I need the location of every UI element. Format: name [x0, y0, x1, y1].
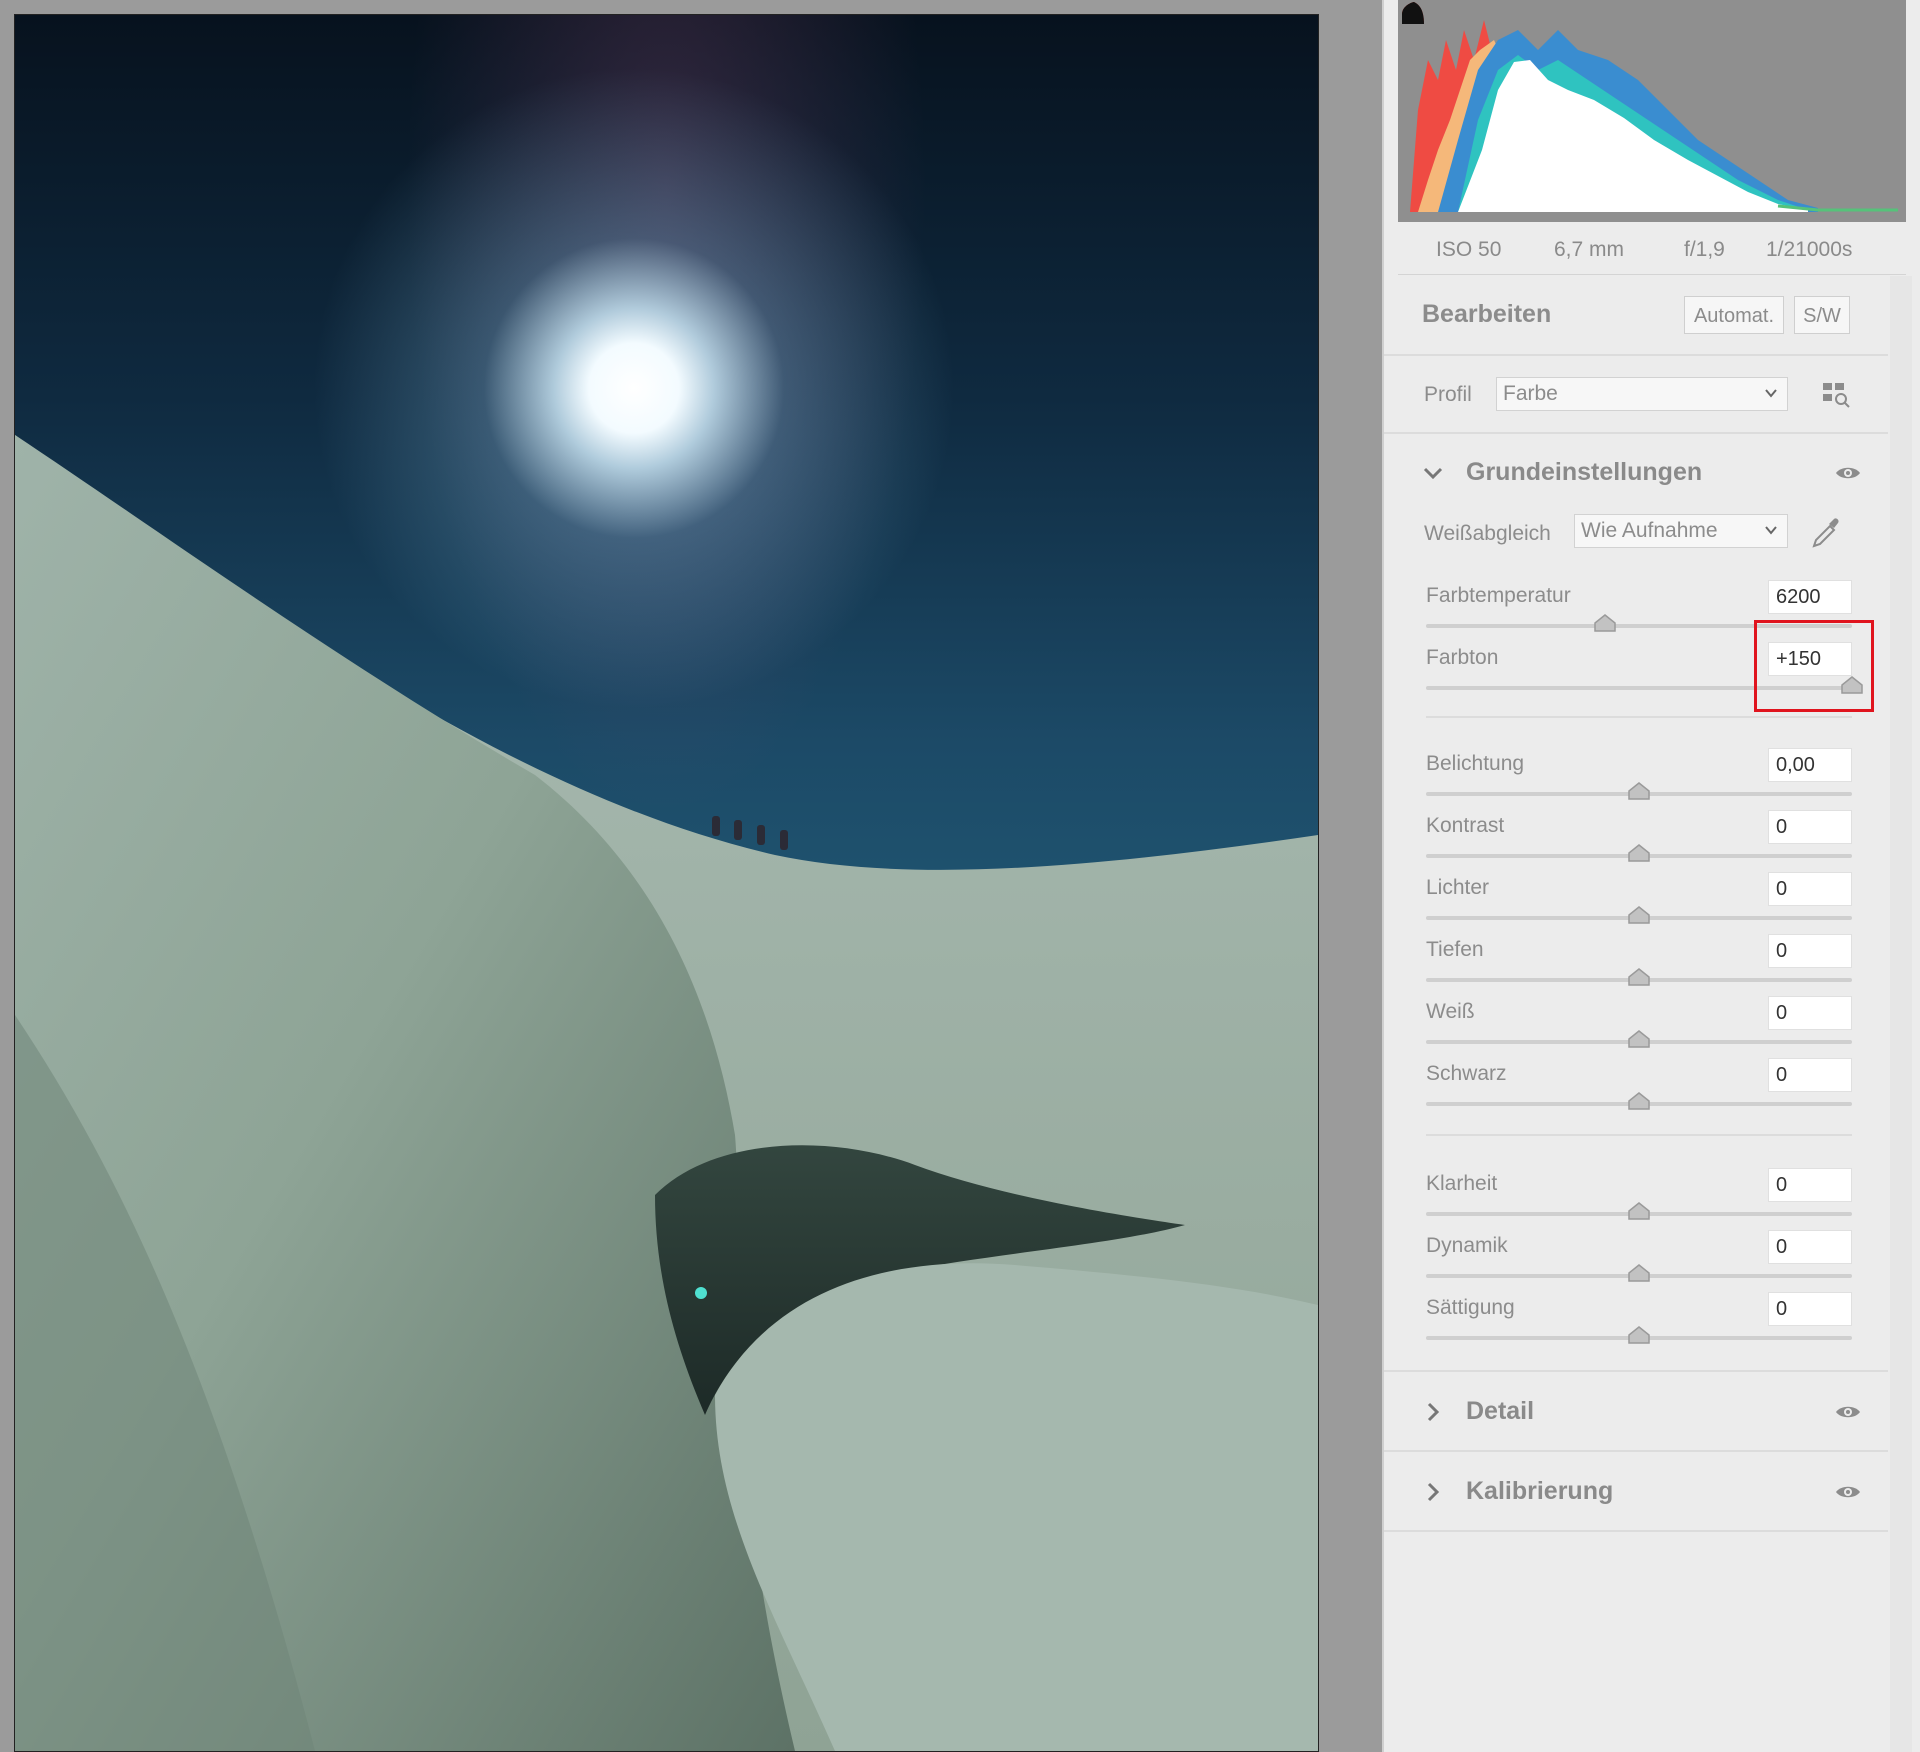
grid-search-icon[interactable]: [1821, 380, 1851, 410]
slider-thumb[interactable]: [1628, 906, 1650, 924]
develop-panel: ISO 50 6,7 mm f/1,9 1/21000s Bearbeiten …: [1382, 0, 1920, 1752]
exif-shutter: 1/21000s: [1766, 238, 1853, 261]
chevron-right-icon[interactable]: [1422, 1401, 1444, 1423]
slider-thumb[interactable]: [1628, 1202, 1650, 1220]
slider-value-input[interactable]: 0: [1768, 934, 1852, 968]
slider-value-input[interactable]: 0: [1768, 872, 1852, 906]
profile-select[interactable]: Farbe: [1496, 377, 1788, 411]
edit-title: Bearbeiten: [1422, 300, 1552, 328]
exif-aperture: f/1,9: [1684, 238, 1725, 261]
slider-thumb[interactable]: [1628, 1092, 1650, 1110]
slider-label: Tiefen: [1426, 938, 1484, 961]
slider-group-divider: [1426, 716, 1852, 718]
mountain-scene: [15, 435, 1318, 1751]
slider-label: Farbtemperatur: [1426, 584, 1571, 607]
detail-section-title[interactable]: Detail: [1466, 1397, 1534, 1426]
eye-icon[interactable]: [1834, 463, 1862, 483]
section-divider: [1384, 354, 1888, 356]
black-white-button[interactable]: S/W: [1794, 296, 1850, 334]
panel-scrollbar[interactable]: [1890, 276, 1912, 1752]
profile-label: Profil: [1424, 383, 1472, 406]
calibration-section-title[interactable]: Kalibrierung: [1466, 1477, 1613, 1506]
slider-thumb[interactable]: [1628, 1264, 1650, 1282]
section-divider: [1384, 1450, 1888, 1452]
chevron-right-icon[interactable]: [1422, 1481, 1444, 1503]
slider-value-input[interactable]: 0: [1768, 1230, 1852, 1264]
annotation-highlight: [1754, 620, 1874, 712]
slider-value-input[interactable]: 6200: [1768, 580, 1852, 614]
slider-thumb[interactable]: [1594, 614, 1616, 632]
slider-value-input[interactable]: 0: [1768, 1292, 1852, 1326]
slider-thumb[interactable]: [1628, 1326, 1650, 1344]
slider-value-input[interactable]: 0: [1768, 1058, 1852, 1092]
eyedropper-icon[interactable]: [1808, 514, 1844, 550]
slider-thumb[interactable]: [1628, 844, 1650, 862]
slider-thumb[interactable]: [1628, 1030, 1650, 1048]
white-balance-value: Wie Aufnahme: [1581, 519, 1718, 542]
section-divider: [1384, 1530, 1888, 1532]
histogram: [1398, 0, 1906, 222]
slider-value-input[interactable]: 0,00: [1768, 748, 1852, 782]
slider-label: Dynamik: [1426, 1234, 1508, 1257]
eye-icon[interactable]: [1834, 1402, 1862, 1422]
exif-info: ISO 50 6,7 mm f/1,9 1/21000s: [1398, 222, 1906, 275]
slider-value-input[interactable]: 0: [1768, 996, 1852, 1030]
image-canvas: [0, 0, 1382, 1752]
auto-button[interactable]: Automat.: [1684, 296, 1784, 334]
chevron-down-icon: [1765, 389, 1777, 398]
slider-group-divider: [1426, 1134, 1852, 1136]
slider-value-input[interactable]: 0: [1768, 810, 1852, 844]
highlight-clipping-icon[interactable]: [1398, 0, 1428, 26]
white-balance-select[interactable]: Wie Aufnahme: [1574, 514, 1788, 548]
section-divider: [1384, 432, 1888, 434]
chevron-down-icon: [1765, 526, 1777, 535]
slider-value-input[interactable]: 0: [1768, 1168, 1852, 1202]
profile-value: Farbe: [1503, 382, 1558, 405]
slider-label: Lichter: [1426, 876, 1490, 899]
chevron-down-icon[interactable]: [1422, 462, 1444, 484]
slider-label: Klarheit: [1426, 1172, 1498, 1195]
slider-label: Farbton: [1426, 646, 1499, 669]
photo-preview[interactable]: [14, 14, 1319, 1752]
slider-label: Kontrast: [1426, 814, 1505, 837]
slider-thumb[interactable]: [1628, 782, 1650, 800]
eye-icon[interactable]: [1834, 1482, 1862, 1502]
section-divider: [1384, 1370, 1888, 1372]
white-balance-label: Weißabgleich: [1424, 522, 1551, 545]
slider-label: Belichtung: [1426, 752, 1525, 775]
slider-label: Weiß: [1426, 1000, 1475, 1023]
slider-label: Schwarz: [1426, 1062, 1507, 1085]
exif-iso: ISO 50: [1436, 238, 1502, 261]
slider-thumb[interactable]: [1628, 968, 1650, 986]
basic-section-title[interactable]: Grundeinstellungen: [1466, 458, 1702, 487]
exif-focal-length: 6,7 mm: [1554, 238, 1625, 261]
slider-label: Sättigung: [1426, 1296, 1515, 1319]
